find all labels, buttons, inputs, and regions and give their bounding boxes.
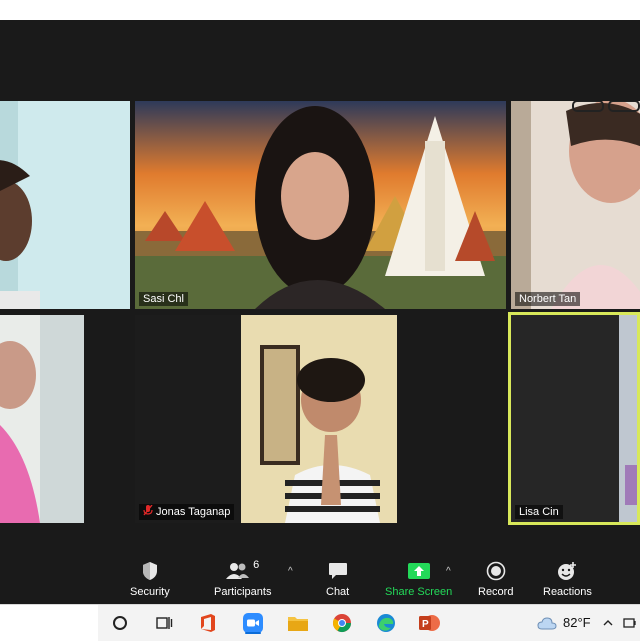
video-tile-5[interactable]: Jonas Taganap (135, 315, 397, 523)
participants-options-caret[interactable]: ^ (288, 566, 293, 577)
weather-temperature[interactable]: 82°F (563, 615, 591, 630)
record-button[interactable]: Record (478, 558, 513, 598)
participant-name-label: Sasi Chl (143, 293, 184, 305)
participant-name-label: Lisa Cin (519, 506, 559, 518)
edge-icon[interactable] (374, 611, 398, 635)
participant-video-3 (511, 101, 640, 309)
reactions-label: Reactions (543, 586, 592, 598)
participant-video-1 (0, 101, 130, 309)
shield-icon (141, 558, 159, 584)
record-label: Record (478, 586, 514, 598)
chat-button[interactable]: Chat (326, 558, 349, 598)
record-icon (486, 558, 506, 584)
participant-video-6 (511, 315, 637, 522)
share-screen-icon (407, 558, 430, 584)
participant-name-6: Lisa Cin (515, 505, 563, 519)
video-tile-4[interactable] (0, 315, 84, 523)
share-options-caret[interactable]: ^ (446, 566, 451, 577)
security-label: Security (130, 586, 170, 598)
share-screen-button[interactable]: Share Screen (385, 558, 452, 598)
emoji-add-icon (556, 558, 578, 584)
taskbar-search-box[interactable] (0, 605, 98, 641)
participants-label: Participants (214, 586, 272, 598)
participants-icon: 6 (226, 558, 259, 584)
weather-cloud-icon[interactable] (534, 611, 560, 635)
share-screen-label: Share Screen (385, 586, 453, 598)
security-button[interactable]: Security (130, 558, 170, 598)
video-tile-3[interactable]: Norbert Tan (511, 101, 640, 309)
participant-video-5 (241, 315, 397, 523)
video-tile-6[interactable]: Lisa Cin (508, 312, 640, 525)
video-tile-1[interactable] (0, 101, 130, 309)
reactions-button[interactable]: Reactions (543, 558, 592, 598)
participants-count: 6 (253, 559, 260, 571)
participant-name-3: Norbert Tan (515, 292, 581, 306)
svg-text:P: P (422, 619, 429, 630)
network-tray-icon[interactable] (620, 611, 640, 635)
participant-name-5: Jonas Taganap (139, 504, 235, 520)
window-top-bar (0, 0, 640, 20)
windows-taskbar: P 82°F (0, 604, 640, 641)
participant-name-label: Jonas Taganap (156, 506, 231, 518)
file-explorer-icon[interactable] (286, 611, 310, 635)
zoom-active-indicator (245, 632, 261, 634)
participants-button[interactable]: 6 Participants (214, 558, 271, 598)
chat-icon (328, 558, 348, 584)
meeting-toolbar: Security 6 Participants ^ Chat Share Scr… (0, 552, 640, 604)
microphone-muted-icon (143, 504, 153, 519)
cortana-icon[interactable] (108, 611, 132, 635)
video-gallery: Sasi Chl Norbert Tan Jonas Taganap Lisa … (0, 20, 640, 552)
participant-video-4 (0, 315, 84, 523)
zoom-icon[interactable] (241, 611, 265, 635)
participant-video-2 (135, 101, 506, 309)
tray-overflow-chevron-icon[interactable] (600, 611, 616, 635)
task-view-icon[interactable] (152, 611, 176, 635)
chat-label: Chat (326, 586, 350, 598)
chrome-icon[interactable] (330, 611, 354, 635)
participant-name-2: Sasi Chl (139, 292, 188, 306)
powerpoint-icon[interactable]: P (418, 611, 442, 635)
participant-name-label: Norbert Tan (519, 293, 577, 305)
video-tile-2[interactable]: Sasi Chl (135, 101, 506, 309)
office-icon[interactable] (196, 611, 220, 635)
